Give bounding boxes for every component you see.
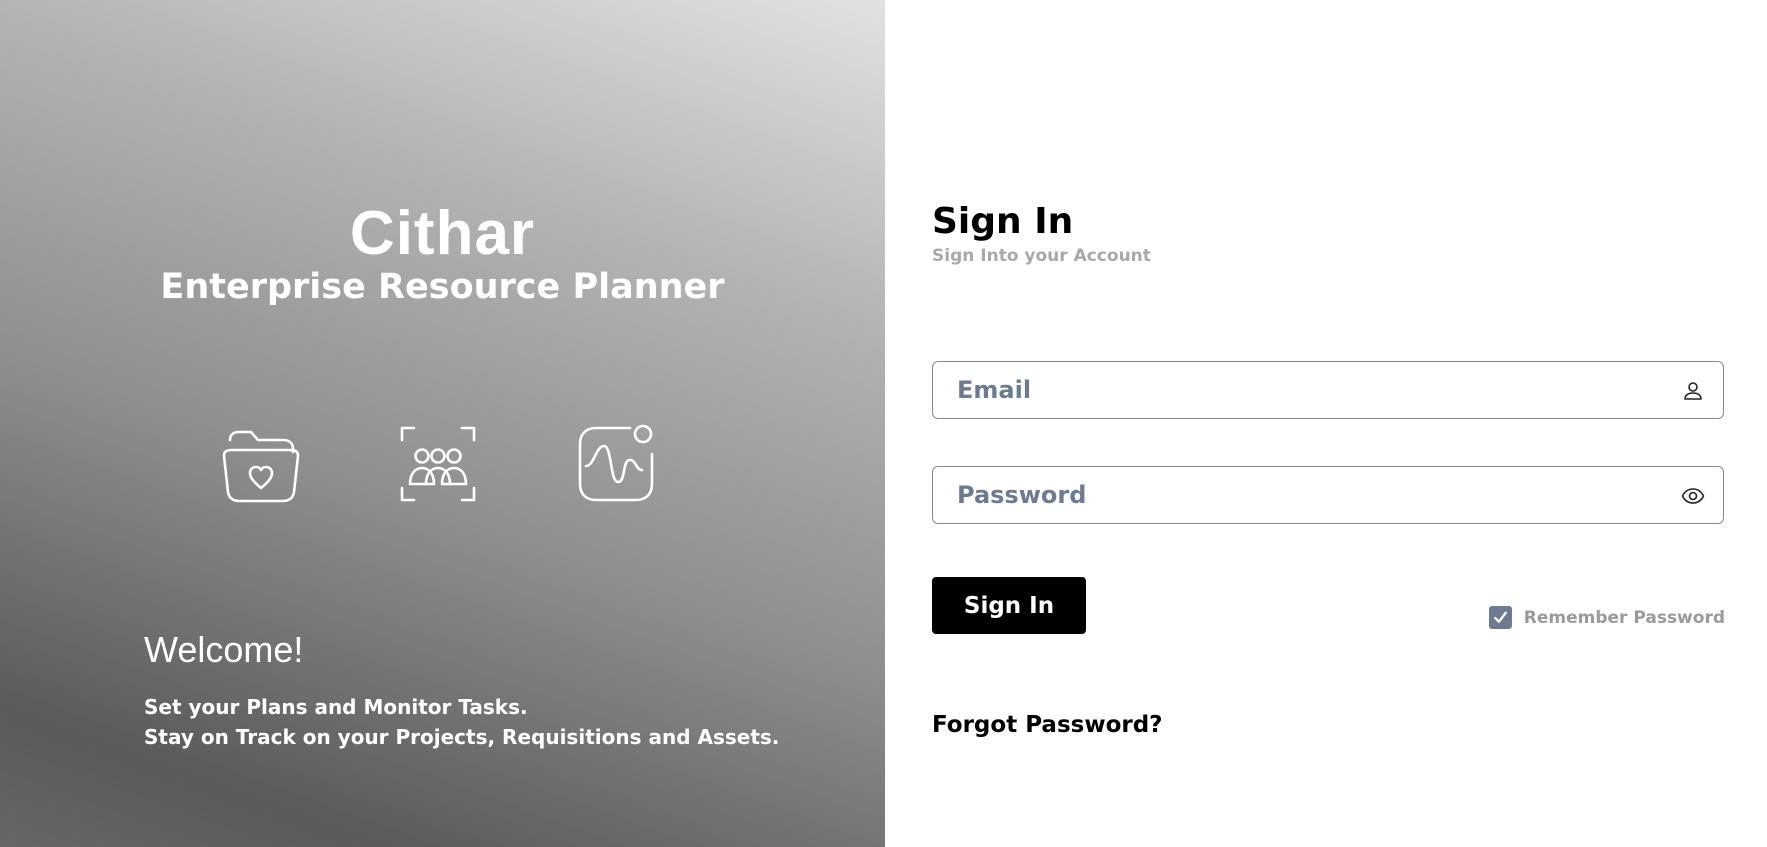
folder-heart-icon	[217, 420, 305, 508]
blurb-line: Stay on Track on your Projects, Requisit…	[144, 725, 780, 749]
forgot-password-link[interactable]: Forgot Password?	[932, 712, 1163, 738]
password-field	[932, 466, 1724, 524]
checkmark-icon	[1493, 611, 1507, 623]
signin-panel: Sign In Sign Into your Account Sign In R…	[885, 0, 1767, 847]
team-focus-icon	[394, 420, 482, 508]
remember-password-label: Remember Password	[1523, 607, 1725, 628]
page-subtitle: Sign Into your Account	[932, 246, 1151, 266]
eye-icon[interactable]	[1681, 484, 1705, 508]
welcome-blurb: Set your Plans and Monitor Tasks. Stay o…	[144, 692, 844, 752]
sign-in-button[interactable]: Sign In	[932, 577, 1086, 634]
activity-signal-icon	[572, 420, 660, 508]
blurb-line: Set your Plans and Monitor Tasks.	[144, 695, 528, 719]
remember-password-toggle[interactable]: Remember Password	[1488, 606, 1725, 629]
email-field	[932, 361, 1724, 419]
welcome-heading: Welcome!	[144, 629, 304, 670]
password-input[interactable]	[933, 467, 1723, 523]
user-icon	[1681, 379, 1705, 403]
page-title: Sign In	[932, 201, 1074, 242]
brand-tagline: Enterprise Resource Planner	[160, 267, 725, 307]
hero-panel: Cithar Enterprise Resource Planner Welco…	[0, 0, 885, 847]
email-input[interactable]	[933, 362, 1723, 418]
remember-checkbox[interactable]	[1488, 606, 1512, 629]
brand-name: Cithar	[349, 199, 536, 268]
